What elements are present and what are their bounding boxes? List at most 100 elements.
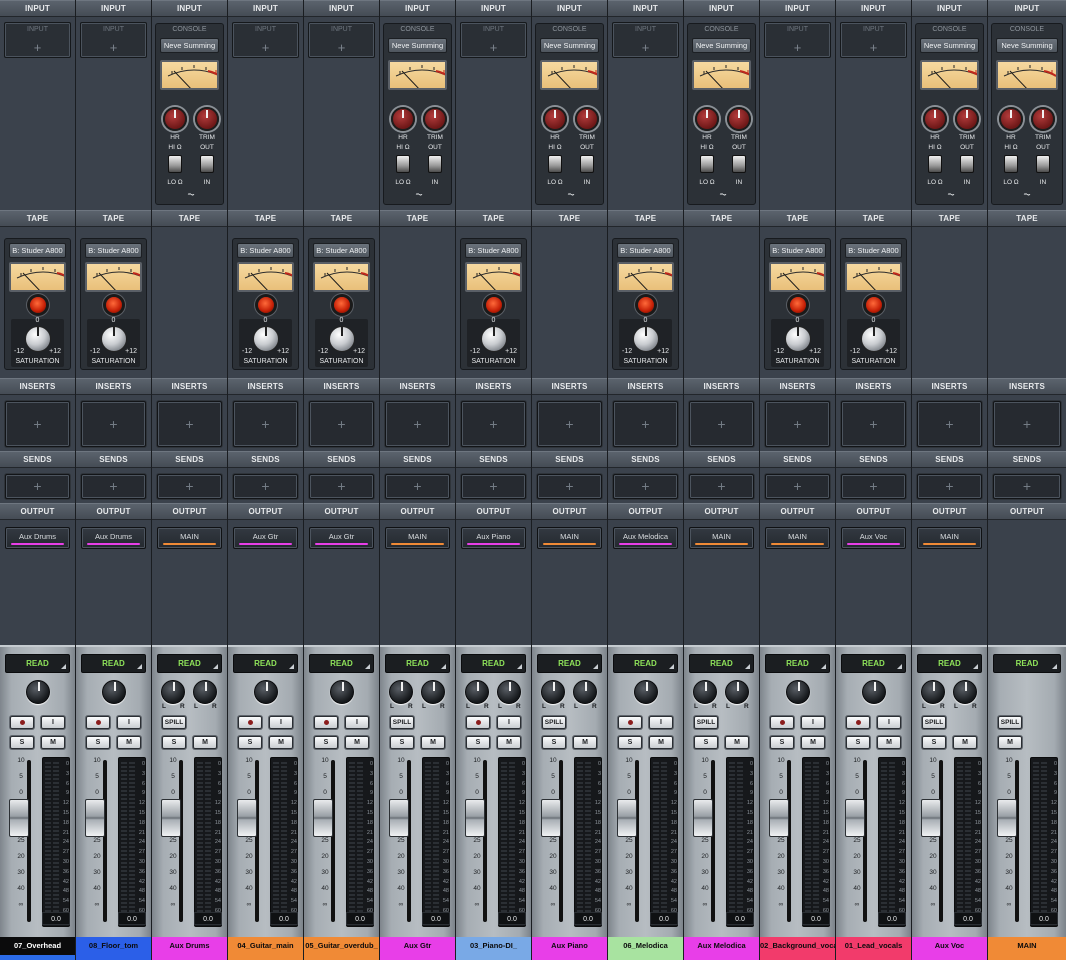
automation-read-button[interactable]: READ [613,654,678,673]
spill-button[interactable]: SPILL [694,716,718,729]
output-selector[interactable]: MAIN [385,527,450,549]
record-arm-button[interactable] [238,716,262,729]
channel-name[interactable]: 04_Guitar_main [228,937,303,955]
pan-left-knob[interactable] [921,680,945,704]
impedance-toggle[interactable] [168,155,182,173]
volume-fader[interactable] [997,799,1017,837]
pan-right-knob[interactable] [953,680,977,704]
pan-right-knob[interactable] [573,680,597,704]
mute-button[interactable]: M [573,736,597,749]
out-in-toggle[interactable] [960,155,974,173]
out-in-toggle[interactable] [1036,155,1050,173]
insert-slot[interactable]: + [537,401,602,447]
channel-name[interactable]: MAIN [988,937,1066,955]
volume-fader[interactable] [9,799,29,837]
impedance-toggle[interactable] [548,155,562,173]
automation-read-button[interactable]: READ [537,654,602,673]
mute-button[interactable]: M [421,736,445,749]
automation-read-button[interactable]: READ [993,654,1061,673]
input-monitor-button[interactable]: I [497,716,521,729]
impedance-toggle[interactable] [396,155,410,173]
pan-right-knob[interactable] [421,680,445,704]
send-slot[interactable]: + [157,474,222,499]
solo-button[interactable]: S [770,736,794,749]
input-slot[interactable]: INPUT + [460,22,527,58]
pan-knob[interactable] [254,680,278,704]
volume-fader[interactable] [313,799,333,837]
send-slot[interactable]: + [993,474,1061,499]
solo-button[interactable]: S [10,736,34,749]
channel-name[interactable]: Aux Melodica [684,937,759,955]
insert-slot[interactable]: + [385,401,450,447]
hr-knob[interactable] [543,107,567,131]
volume-fader[interactable] [617,799,637,837]
saturation-knob[interactable] [632,326,659,352]
out-in-toggle[interactable] [580,155,594,173]
mute-button[interactable]: M [998,736,1022,749]
console-plugin-name[interactable]: Neve Summing [388,38,447,53]
channel-name[interactable]: 01_Lead_vocals [836,937,911,955]
input-monitor-button[interactable]: I [649,716,673,729]
pan-left-knob[interactable] [389,680,413,704]
insert-slot[interactable]: + [233,401,298,447]
send-slot[interactable]: + [765,474,830,499]
spill-button[interactable]: SPILL [998,716,1022,729]
send-slot[interactable]: + [537,474,602,499]
pan-knob[interactable] [26,680,50,704]
volume-fader[interactable] [465,799,485,837]
mute-button[interactable]: M [725,736,749,749]
tape-plugin-name[interactable]: B: Studer A800 [313,243,370,258]
channel-name[interactable]: 06_Melodica [608,937,683,955]
saturation-knob[interactable] [24,326,51,352]
send-slot[interactable]: + [309,474,374,499]
output-selector[interactable]: MAIN [157,527,222,549]
channel-name[interactable]: Aux Piano [532,937,607,955]
insert-slot[interactable]: + [461,401,526,447]
output-selector[interactable]: Aux Gtr [309,527,374,549]
pan-right-knob[interactable] [497,680,521,704]
send-slot[interactable]: + [841,474,906,499]
input-monitor-button[interactable]: I [41,716,65,729]
trim-knob[interactable] [423,107,447,131]
solo-button[interactable]: S [162,736,186,749]
out-in-toggle[interactable] [732,155,746,173]
automation-read-button[interactable]: READ [5,654,70,673]
volume-fader[interactable] [769,799,789,837]
hr-knob[interactable] [391,107,415,131]
automation-read-button[interactable]: READ [309,654,374,673]
send-slot[interactable]: + [81,474,146,499]
input-monitor-button[interactable]: I [269,716,293,729]
insert-slot[interactable]: + [993,401,1061,447]
saturation-knob[interactable] [252,326,279,352]
automation-read-button[interactable]: READ [233,654,298,673]
spill-button[interactable]: SPILL [390,716,414,729]
volume-fader[interactable] [85,799,105,837]
mute-button[interactable]: M [801,736,825,749]
insert-slot[interactable]: + [613,401,678,447]
hr-knob[interactable] [923,107,947,131]
console-plugin-name[interactable]: Neve Summing [692,38,751,53]
automation-read-button[interactable]: READ [81,654,146,673]
saturation-knob[interactable] [480,326,507,352]
tape-plugin-name[interactable]: B: Studer A800 [465,243,522,258]
hr-knob[interactable] [695,107,719,131]
automation-read-button[interactable]: READ [917,654,982,673]
impedance-toggle[interactable] [1004,155,1018,173]
pan-right-knob[interactable] [193,680,217,704]
trim-knob[interactable] [575,107,599,131]
console-plugin-name[interactable]: Neve Summing [540,38,599,53]
input-monitor-button[interactable]: I [117,716,141,729]
volume-fader[interactable] [161,799,181,837]
pan-right-knob[interactable] [725,680,749,704]
volume-fader[interactable] [693,799,713,837]
channel-name[interactable]: 03_Piano-DI_ [456,937,531,955]
record-arm-button[interactable] [618,716,642,729]
mute-button[interactable]: M [953,736,977,749]
volume-fader[interactable] [237,799,257,837]
channel-name[interactable]: Aux Drums [152,937,227,955]
output-selector[interactable]: Aux Piano [461,527,526,549]
automation-read-button[interactable]: READ [765,654,830,673]
hr-knob[interactable] [999,107,1023,131]
record-arm-button[interactable] [314,716,338,729]
send-slot[interactable]: + [917,474,982,499]
